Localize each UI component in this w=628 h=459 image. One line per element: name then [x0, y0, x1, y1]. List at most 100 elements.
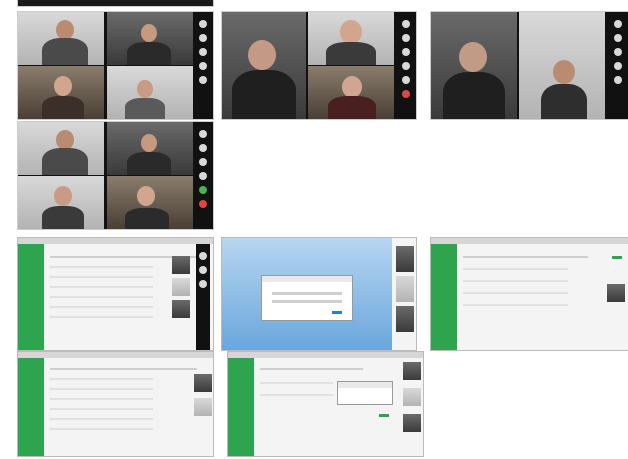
participant-body	[42, 148, 88, 175]
form-field	[463, 280, 568, 282]
form-field	[463, 256, 588, 258]
list-item	[50, 388, 153, 390]
table-row	[50, 266, 153, 268]
participant-head	[54, 186, 72, 206]
camera-icon[interactable]	[199, 186, 207, 194]
control-dot-icon[interactable]	[402, 20, 410, 28]
control-dot-icon[interactable]	[402, 62, 410, 70]
call-controls-bar[interactable]	[196, 122, 210, 229]
app-sidebar	[18, 244, 44, 350]
notes-panel[interactable]	[338, 382, 392, 404]
save-button[interactable]	[379, 414, 389, 417]
form-field	[463, 292, 568, 294]
participant-body	[42, 96, 84, 119]
participant-body	[42, 38, 88, 65]
table-row	[50, 296, 153, 298]
browser-toolbar	[18, 238, 213, 244]
participant-video-tile	[308, 66, 394, 119]
participant-video-tile	[107, 12, 193, 65]
participant-video-tile	[403, 388, 421, 406]
control-dot-icon[interactable]	[402, 48, 410, 56]
form-field	[463, 268, 568, 270]
control-dot-icon[interactable]	[199, 158, 207, 166]
browser-toolbar	[431, 238, 628, 244]
app-sidebar	[228, 358, 254, 456]
control-dot-icon[interactable]	[614, 20, 622, 28]
participant-body	[232, 70, 296, 119]
call-controls-bar[interactable]	[196, 244, 210, 350]
control-dot-icon[interactable]	[402, 76, 410, 84]
control-dot-icon[interactable]	[614, 76, 622, 84]
control-dot-icon[interactable]	[199, 130, 207, 138]
participant-video-tile	[18, 66, 104, 119]
screen-share-thumbnail-2[interactable]	[222, 238, 416, 350]
screen-share-thumbnail-5[interactable]	[228, 352, 423, 456]
control-dot-icon[interactable]	[199, 48, 207, 56]
participant-head	[56, 130, 74, 150]
call-controls-bar[interactable]	[611, 12, 625, 119]
call-controls-bar[interactable]	[399, 12, 413, 119]
control-dot-icon[interactable]	[614, 62, 622, 70]
form-field	[463, 304, 568, 306]
call-controls-bar[interactable]	[196, 12, 210, 119]
participant-body	[443, 72, 505, 119]
form-field	[260, 394, 333, 396]
participant-head	[340, 20, 362, 44]
participant-video-tile	[431, 12, 517, 119]
modal-content-line	[272, 300, 342, 303]
participant-head	[141, 24, 157, 42]
video-call-thumbnail-3[interactable]	[431, 12, 628, 119]
confirm-button[interactable]	[332, 311, 342, 314]
control-dot-icon[interactable]	[199, 20, 207, 28]
submit-button[interactable]	[612, 256, 622, 259]
participant-video-tile	[396, 276, 414, 302]
video-call-thumbnail-2[interactable]	[222, 12, 416, 119]
control-dot-icon[interactable]	[199, 144, 207, 152]
participant-body	[125, 208, 169, 229]
participant-video-tile	[396, 306, 414, 332]
participant-video-tile	[107, 66, 193, 119]
control-dot-icon[interactable]	[199, 280, 207, 288]
participant-head	[553, 60, 575, 84]
participant-video-tile	[308, 12, 394, 65]
participant-head	[248, 40, 276, 70]
control-dot-icon[interactable]	[199, 252, 207, 260]
screen-share-thumbnail-3[interactable]	[431, 238, 628, 350]
participant-body	[328, 96, 376, 119]
participant-video-tile	[172, 278, 190, 296]
participant-video-tile	[107, 176, 193, 229]
participant-body	[326, 42, 376, 65]
participant-video-tile	[403, 414, 421, 432]
table-row	[50, 306, 153, 308]
end-call-icon[interactable]	[199, 200, 207, 208]
control-dot-icon[interactable]	[199, 34, 207, 42]
participant-video-tile	[172, 300, 190, 318]
screen-share-thumbnail-4[interactable]	[18, 352, 213, 456]
table-row	[50, 276, 153, 278]
participant-head	[54, 76, 72, 96]
participant-body	[127, 152, 171, 175]
modal-dialog[interactable]	[262, 276, 352, 320]
control-dot-icon[interactable]	[199, 62, 207, 70]
control-dot-icon[interactable]	[199, 76, 207, 84]
table-row	[50, 286, 153, 288]
control-dot-icon[interactable]	[199, 172, 207, 180]
app-sidebar	[18, 358, 44, 456]
modal-content-line	[272, 292, 342, 295]
video-call-thumbnail-4[interactable]	[18, 122, 213, 229]
list-item	[50, 368, 197, 370]
participant-video-tile	[194, 374, 212, 392]
control-dot-icon[interactable]	[402, 34, 410, 42]
participant-video-tile	[396, 246, 414, 272]
end-call-icon[interactable]	[402, 90, 410, 98]
control-dot-icon[interactable]	[199, 266, 207, 274]
participant-head	[56, 20, 74, 40]
control-dot-icon[interactable]	[614, 34, 622, 42]
list-item	[50, 428, 153, 430]
list-item	[50, 408, 153, 410]
partial-thumbnail-strip	[18, 0, 213, 6]
screen-share-thumbnail-1[interactable]	[18, 238, 213, 350]
control-dot-icon[interactable]	[614, 48, 622, 56]
video-call-thumbnail-1[interactable]	[18, 12, 213, 119]
participant-video-tile	[107, 122, 193, 175]
